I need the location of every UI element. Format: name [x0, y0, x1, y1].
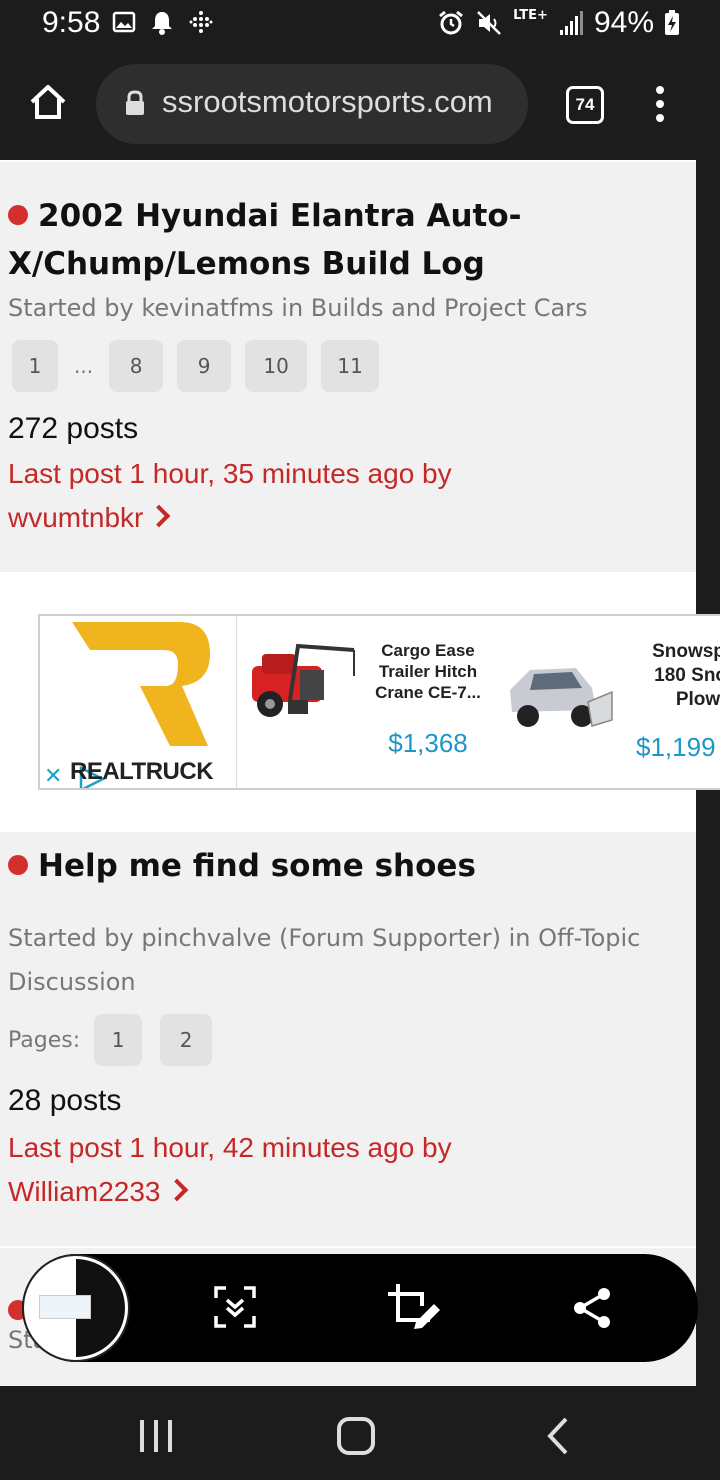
topic-card: Help me find some shoes Started by pinch… [0, 832, 696, 1246]
system-nav-bar [0, 1386, 720, 1480]
dots-grid-icon [189, 11, 213, 33]
home-icon[interactable] [28, 82, 68, 122]
share-icon[interactable] [572, 1286, 612, 1330]
page-link[interactable]: 1 [12, 340, 58, 392]
page-link[interactable]: 10 [245, 340, 308, 392]
post-count: 28 posts [8, 1084, 122, 1117]
home-button-icon[interactable] [336, 1416, 376, 1456]
chevron-right-icon [165, 1178, 188, 1202]
pagination: 1 ... 8 9 10 11 [12, 340, 380, 392]
pages-label: Pages: [8, 1027, 81, 1053]
browser-toolbar: ssrootsmotorsports.com 74 [0, 48, 720, 160]
status-time: 9:58 [42, 6, 101, 39]
page-content: 2002 Hyundai Elantra Auto-X/Chump/Lemons… [0, 160, 720, 1386]
topic-title[interactable]: 2002 Hyundai Elantra Auto-X/Chump/Lemons… [8, 192, 688, 288]
page-link[interactable]: 1 [94, 1014, 143, 1066]
url-text: ssrootsmotorsports.com [162, 84, 493, 119]
ad-close-icon[interactable]: ✕ [44, 764, 62, 788]
address-bar[interactable]: ssrootsmotorsports.com [96, 64, 528, 144]
image-icon [112, 11, 136, 33]
page-ellipsis: ... [74, 354, 94, 378]
bell-icon [152, 12, 172, 35]
chevron-right-icon [148, 504, 171, 528]
overflow-menu-icon[interactable] [656, 86, 664, 128]
page-link[interactable]: 8 [109, 340, 164, 392]
recent-apps-icon[interactable] [136, 1418, 176, 1454]
ad-product-price[interactable]: $1,368 [366, 728, 490, 759]
snow-plow-suv-image[interactable] [506, 660, 616, 736]
ad-product-price[interactable]: $1,199 [636, 732, 716, 763]
truck-crane-image[interactable] [250, 640, 358, 720]
scroll-capture-icon[interactable] [214, 1286, 256, 1328]
pagination: Pages: 1 2 [8, 1014, 213, 1066]
signal-icon [559, 11, 583, 35]
crop-edit-icon[interactable] [386, 1282, 442, 1332]
last-post[interactable]: Last post 1 hour, 42 minutes ago by Will… [8, 1126, 608, 1214]
topic-card: 2002 Hyundai Elantra Auto-X/Chump/Lemons… [0, 162, 696, 572]
ad-logo[interactable]: ✕ REALTRUCK [40, 616, 237, 788]
screenshot-thumbnail[interactable] [24, 1256, 128, 1360]
battery-charging-icon [665, 10, 679, 35]
unread-dot-icon [8, 854, 28, 875]
mute-icon [477, 11, 502, 35]
tab-switcher-button[interactable]: 74 [566, 86, 604, 124]
post-count: 272 posts [8, 412, 139, 445]
ad-brand: REALTRUCK [70, 758, 214, 785]
unread-dot-icon [8, 204, 28, 225]
network-type: LTE+ [513, 7, 548, 23]
page-link[interactable]: 9 [177, 340, 232, 392]
ad-banner[interactable]: ✕ REALTRUCK Cargo Ease Trailer Hitch Cra… [38, 614, 720, 790]
status-bar: 9:58 LTE+ 94% [0, 0, 720, 48]
topic-title[interactable]: Help me find some shoes [8, 842, 688, 890]
topic-meta: Started by pinchvalve (Forum Supporter) … [8, 924, 641, 996]
battery-percent: 94% [593, 6, 654, 39]
realtruck-logo-icon [72, 622, 210, 746]
ad-product-name[interactable]: Cargo Ease Trailer Hitch Crane CE-7... [366, 640, 490, 703]
ad-product-name[interactable]: Snowspor 180 Snow Plow [628, 640, 720, 712]
topic-meta: Started by kevinatfms in Builds and Proj… [8, 294, 588, 322]
alarm-icon [439, 10, 464, 35]
lock-icon [126, 90, 144, 115]
page-link[interactable]: 2 [160, 1014, 213, 1066]
last-post-user[interactable]: wvumtnbkr [8, 502, 143, 533]
page-link[interactable]: 11 [321, 340, 380, 392]
last-post[interactable]: Last post 1 hour, 35 minutes ago by wvum… [8, 452, 608, 540]
back-icon[interactable] [544, 1416, 572, 1456]
last-post-user[interactable]: William2233 [8, 1176, 161, 1207]
